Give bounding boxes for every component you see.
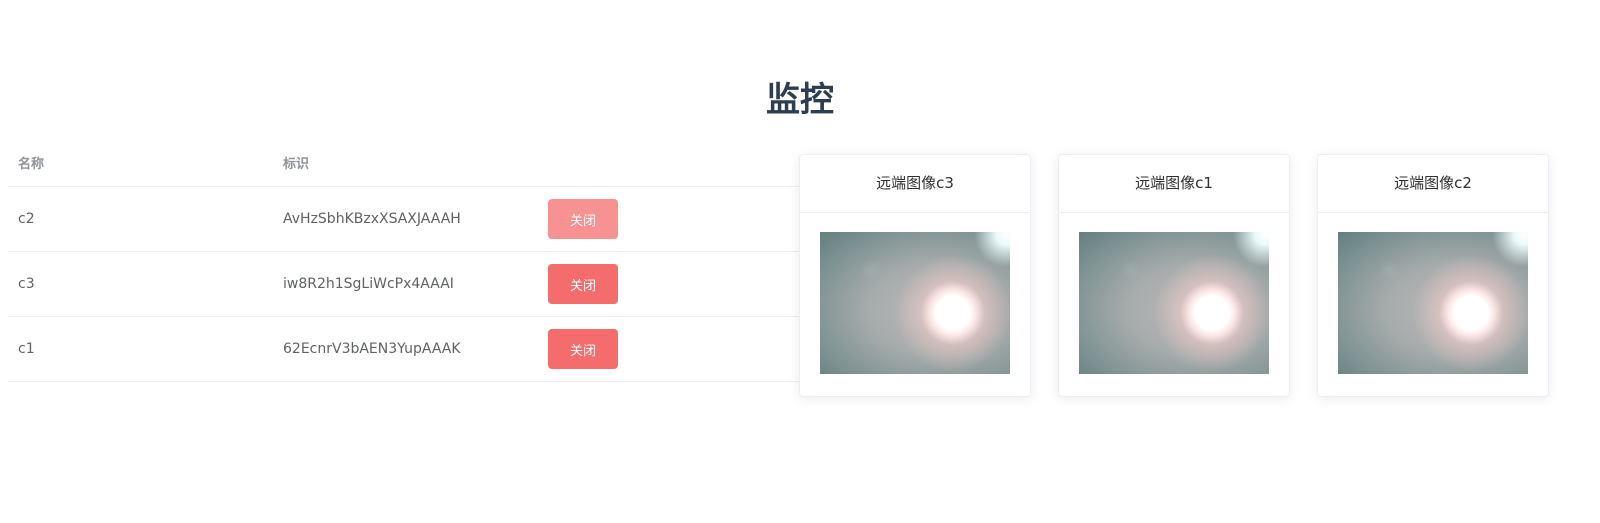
remote-camera-feed: [1338, 232, 1528, 374]
row-name: c1: [8, 316, 273, 382]
row-name: c2: [8, 186, 273, 252]
column-header-name: 名称: [8, 138, 273, 187]
row-action-cell: 关闭: [538, 251, 800, 317]
column-header-action: [538, 138, 800, 187]
row-name: c3: [8, 251, 273, 317]
remote-image-card: 远端图像c2: [1317, 154, 1549, 397]
table-row: c2 AvHzSbhKBzxXSAXJAAAH 关闭: [8, 186, 800, 252]
remote-image-card: 远端图像c1: [1058, 154, 1290, 397]
table-row: c1 62EcnrV3bAEN3YupAAAK 关闭: [8, 316, 800, 382]
remote-camera-feed: [820, 232, 1010, 374]
close-button[interactable]: 关闭: [548, 329, 618, 369]
client-table: 名称 标识 c2 AvHzSbhKBzxXSAXJAAAH 关闭 c3 iw8R…: [8, 138, 800, 382]
close-button[interactable]: 关闭: [548, 264, 618, 304]
remote-camera-feed: [1079, 232, 1269, 374]
table-header-row: 名称 标识: [8, 138, 800, 187]
remote-image-card: 远端图像c3: [799, 154, 1031, 397]
card-title: 远端图像c1: [1059, 155, 1289, 213]
column-header-id: 标识: [273, 138, 538, 187]
row-action-cell: 关闭: [538, 186, 800, 252]
row-id: 62EcnrV3bAEN3YupAAAK: [273, 316, 538, 382]
table-row: c3 iw8R2h1SgLiWcPx4AAAI 关闭: [8, 251, 800, 317]
page-title: 监控: [766, 80, 834, 120]
row-id: iw8R2h1SgLiWcPx4AAAI: [273, 251, 538, 317]
row-action-cell: 关闭: [538, 316, 800, 382]
card-title: 远端图像c3: [800, 155, 1030, 213]
row-id: AvHzSbhKBzxXSAXJAAAH: [273, 186, 538, 252]
card-title: 远端图像c2: [1318, 155, 1548, 213]
close-button[interactable]: 关闭: [548, 199, 618, 239]
